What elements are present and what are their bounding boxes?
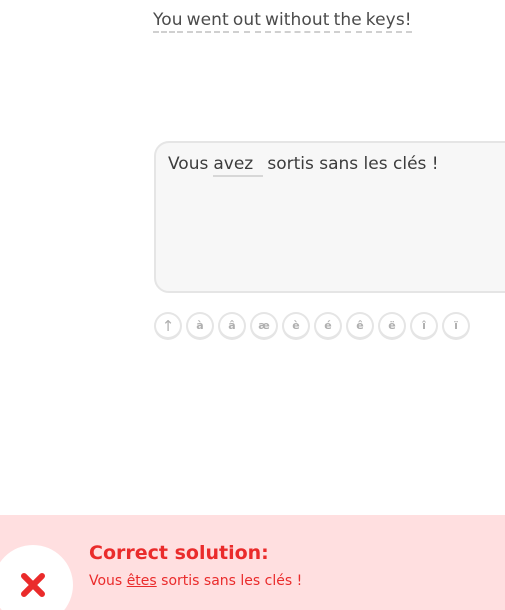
- answer-sentence: Vous avez sortis sans les clés !: [168, 154, 439, 177]
- char-key[interactable]: ê: [346, 312, 374, 340]
- x-icon: [21, 573, 45, 597]
- char-key[interactable]: ë: [378, 312, 406, 340]
- special-characters-keyboard: ↑ à â æ è é ê ë î ï: [154, 312, 470, 340]
- prompt-word[interactable]: the: [333, 10, 362, 33]
- solution-text-before: Vous: [89, 573, 123, 589]
- prompt-word[interactable]: without: [264, 10, 330, 33]
- prompt-word[interactable]: You: [153, 10, 183, 33]
- correct-solution-text: Vous êtes sortis sans les clés !: [89, 573, 302, 589]
- prompt-word[interactable]: went: [186, 10, 229, 33]
- char-key[interactable]: è: [282, 312, 310, 340]
- result-badge: [0, 545, 73, 610]
- char-key[interactable]: ï: [442, 312, 470, 340]
- prompt-word[interactable]: keys!: [365, 10, 412, 33]
- incorrect-feedback-banner: Correct solution: Vous êtes sortis sans …: [0, 515, 505, 610]
- answer-text-after: sortis sans les clés !: [267, 154, 439, 174]
- answer-text-before: Vous: [168, 154, 209, 174]
- char-key[interactable]: à: [186, 312, 214, 340]
- exercise-page: You went out without the keys! Vous avez sortis…: [0, 0, 505, 610]
- feedback-title: Correct solution:: [89, 542, 269, 564]
- char-key[interactable]: î: [410, 312, 438, 340]
- solution-highlight: êtes: [126, 573, 157, 589]
- answer-box: Vous avez sortis sans les clés !: [154, 141, 505, 293]
- char-key[interactable]: é: [314, 312, 342, 340]
- answer-blank-input[interactable]: avez: [213, 154, 264, 177]
- char-key[interactable]: â: [218, 312, 246, 340]
- prompt-sentence: You went out without the keys!: [153, 10, 416, 33]
- shift-key[interactable]: ↑: [154, 312, 182, 340]
- prompt-word[interactable]: out: [232, 10, 261, 33]
- solution-text-after: sortis sans les clés !: [161, 573, 303, 589]
- char-key[interactable]: æ: [250, 312, 278, 340]
